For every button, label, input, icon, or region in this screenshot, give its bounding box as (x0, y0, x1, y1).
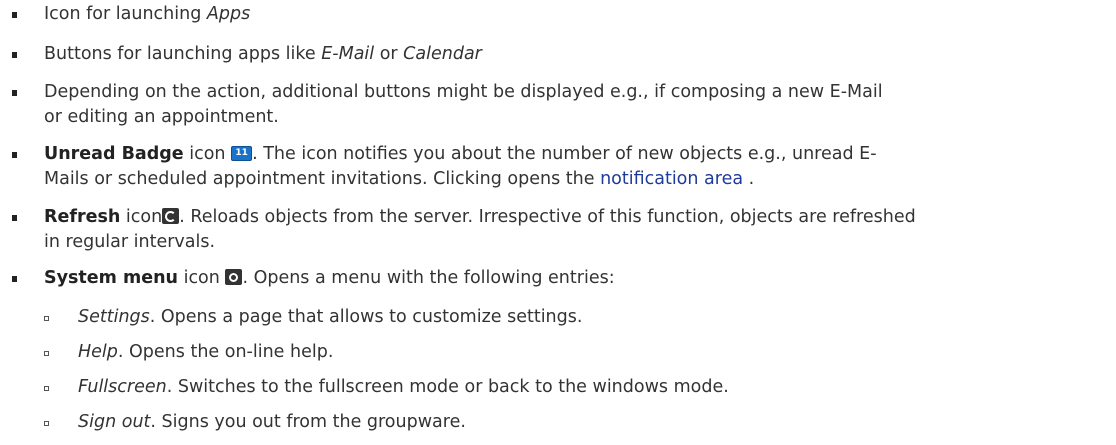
sub-item-fullscreen: Fullscreen. Switches to the fullscreen m… (0, 375, 1116, 401)
sub-item-text: Settings. Opens a page that allows to cu… (78, 307, 583, 327)
bullet (12, 152, 17, 158)
list-item-app-buttons: Buttons for launching apps like E-Mail o… (0, 42, 1116, 70)
item-text: Unread Badge icon 11. The icon notifies … (44, 144, 877, 189)
sub-item-sign-out: Sign out. Signs you out from the groupwa… (0, 410, 1116, 436)
sub-bullet (44, 351, 49, 356)
sub-item-text: Sign out. Signs you out from the groupwa… (78, 412, 466, 432)
list-item-additional-buttons: Depending on the action, additional butt… (0, 80, 1116, 132)
sub-item-text: Help. Opens the on-line help. (78, 342, 334, 362)
list-item-apps: Icon for launching Apps (0, 2, 1116, 30)
list-item-refresh: Refresh icon. Reloads objects from the s… (0, 205, 1116, 257)
refresh-icon (162, 208, 180, 224)
sub-bullet (44, 421, 49, 426)
bullet (12, 52, 17, 58)
gear-icon (225, 269, 243, 285)
sub-bullet (44, 316, 49, 321)
sub-item-text: Fullscreen. Switches to the fullscreen m… (78, 377, 729, 397)
help-document: Icon for launching Apps Buttons for laun… (0, 0, 1116, 445)
notification-area-link[interactable]: notification area (600, 169, 743, 189)
unread-badge-icon: 11 (231, 146, 253, 161)
bullet (12, 90, 17, 96)
bullet (12, 276, 17, 282)
sub-item-settings: Settings. Opens a page that allows to cu… (0, 305, 1116, 331)
list-item-unread-badge: Unread Badge icon 11. The icon notifies … (0, 142, 1116, 194)
list-item-system-menu: System menu icon . Opens a menu with the… (0, 266, 1116, 294)
bullet (12, 215, 17, 221)
bullet (12, 12, 17, 18)
item-text: System menu icon . Opens a menu with the… (44, 268, 615, 288)
item-text: Icon for launching Apps (44, 4, 251, 24)
item-text: Refresh icon. Reloads objects from the s… (44, 207, 916, 252)
item-text: Buttons for launching apps like E-Mail o… (44, 44, 482, 64)
sub-bullet (44, 386, 49, 391)
item-text: Depending on the action, additional butt… (44, 82, 883, 127)
sub-item-help: Help. Opens the on-line help. (0, 340, 1116, 366)
